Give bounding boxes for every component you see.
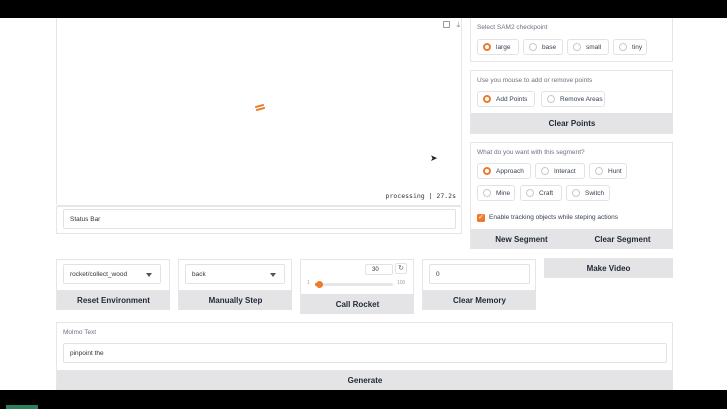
checkpoint-small[interactable]: small <box>567 39 609 55</box>
generate-button[interactable]: Generate <box>57 370 673 390</box>
rocket-panel: 30 ↻ 1 100 Call Rocket <box>300 259 414 314</box>
bottom-black-bar <box>0 390 727 409</box>
image-canvas[interactable]: ⤓ ➤ processing | 27.2s <box>56 18 462 206</box>
checkpoint-panel: Select SAM2 checkpoint large base small … <box>470 18 673 62</box>
chevron-down-icon <box>270 273 276 277</box>
memory-value: 0 <box>436 270 440 278</box>
radio-switch-dot <box>572 189 580 197</box>
radio-remove-areas-dot <box>547 95 555 103</box>
tracking-label: Enable tracking objects while steping ac… <box>489 214 618 221</box>
chevron-down-icon <box>146 273 152 277</box>
mouse-cursor: ➤ <box>430 153 438 163</box>
new-segment-button[interactable]: New Segment <box>471 229 572 249</box>
radio-tiny-dot <box>619 43 627 51</box>
points-panel: Use you mouse to add or remove points Ad… <box>470 70 673 134</box>
radio-small-dot <box>573 43 581 51</box>
clear-points-button[interactable]: Clear Points <box>471 113 673 134</box>
checkpoint-label: Select SAM2 checkpoint <box>477 24 548 31</box>
reset-icon[interactable]: ↻ <box>395 263 407 274</box>
molmo-text-input[interactable]: pinpoint the <box>63 343 667 363</box>
add-points-option[interactable]: Add Points <box>477 91 535 107</box>
status-overlay: processing | 27.2s <box>385 192 456 200</box>
switch-option[interactable]: Switch <box>566 185 610 201</box>
radio-large-dot <box>483 43 491 51</box>
segment-panel: What do you want with this segment? Appr… <box>470 142 673 249</box>
reset-environment-button[interactable]: Reset Environment <box>57 290 170 310</box>
status-bar-field[interactable]: Status Bar <box>63 209 456 229</box>
status-bar-panel: Status Bar <box>56 206 462 234</box>
step-value: back <box>192 270 206 278</box>
call-rocket-button[interactable]: Call Rocket <box>301 294 414 314</box>
clear-memory-button[interactable]: Clear Memory <box>423 290 536 310</box>
molmo-panel: Molmo Text pinpoint the Generate <box>56 322 673 390</box>
molmo-label: Molmo Text <box>63 329 97 336</box>
mine-option[interactable]: Mine <box>477 185 515 201</box>
checkpoint-tiny[interactable]: tiny <box>613 39 647 55</box>
environment-dropdown[interactable]: rocket/collect_wood <box>63 264 161 284</box>
step-dropdown[interactable]: back <box>185 264 285 284</box>
status-bar-text: Status Bar <box>70 215 101 223</box>
segment-label: What do you want with this segment? <box>477 149 585 156</box>
progress-accent <box>6 405 38 409</box>
environment-value: rocket/collect_wood <box>70 270 128 278</box>
remove-areas-option[interactable]: Remove Areas <box>541 91 605 107</box>
fullscreen-icon[interactable] <box>443 21 450 28</box>
checkpoint-large[interactable]: large <box>477 39 519 55</box>
points-label: Use you mouse to add or remove points <box>477 77 593 84</box>
environment-panel: rocket/collect_wood Reset Environment <box>56 259 170 310</box>
tracking-checkbox[interactable]: ✓ <box>477 214 485 222</box>
app-page: ⤓ ➤ processing | 27.2s Status Bar Select… <box>0 18 727 390</box>
checkpoint-base[interactable]: base <box>523 39 563 55</box>
interact-option[interactable]: Interact <box>535 163 585 179</box>
rocket-number-input[interactable]: 30 <box>365 264 393 275</box>
radio-hunt-dot <box>595 167 603 175</box>
craft-option[interactable]: Craft <box>520 185 562 201</box>
memory-input[interactable]: 0 <box>429 264 530 284</box>
approach-option[interactable]: Approach <box>477 163 531 179</box>
download-icon[interactable]: ⤓ <box>456 20 460 30</box>
radio-base-dot <box>529 43 537 51</box>
make-video-button[interactable]: Make Video <box>544 258 673 278</box>
slider-min: 1 <box>307 280 310 286</box>
loading-spinner <box>254 103 266 112</box>
radio-approach-dot <box>483 167 491 175</box>
hunt-option[interactable]: Hunt <box>589 163 627 179</box>
manually-step-button[interactable]: Manually Step <box>179 290 292 310</box>
rocket-slider[interactable] <box>315 281 393 288</box>
radio-mine-dot <box>483 189 491 197</box>
radio-interact-dot <box>541 167 549 175</box>
rocket-number-value: 30 <box>372 266 379 273</box>
slider-thumb[interactable] <box>316 281 324 288</box>
memory-panel: 0 Clear Memory <box>422 259 536 310</box>
molmo-text-value: pinpoint the <box>70 349 104 357</box>
radio-add-points-dot <box>483 95 491 103</box>
clear-segment-button[interactable]: Clear Segment <box>572 229 673 249</box>
step-panel: back Manually Step <box>178 259 292 310</box>
radio-craft-dot <box>526 189 534 197</box>
slider-max: 100 <box>397 280 406 286</box>
